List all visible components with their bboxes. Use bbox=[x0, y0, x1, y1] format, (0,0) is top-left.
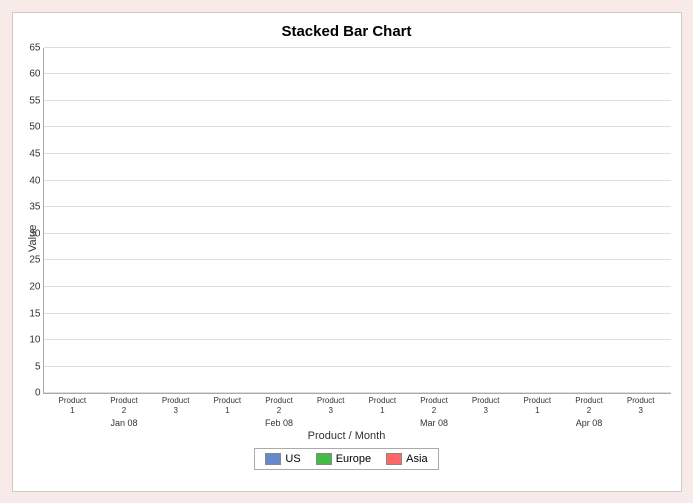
y-tick-label: 60 bbox=[21, 69, 41, 80]
y-tick-label: 45 bbox=[21, 148, 41, 159]
legend-color-asia bbox=[386, 453, 402, 465]
legend-label-us: US bbox=[285, 453, 300, 465]
legend-item-asia: Asia bbox=[386, 453, 427, 465]
x-axis-labels: Product1Product2Product3Jan 08Product1Pr… bbox=[43, 396, 671, 427]
y-tick-label: 5 bbox=[21, 361, 41, 372]
y-tick-label: 55 bbox=[21, 95, 41, 106]
month-label-0: Jan 08 bbox=[110, 418, 137, 428]
y-tick-label: 35 bbox=[21, 202, 41, 213]
legend-label-asia: Asia bbox=[406, 453, 427, 465]
y-tick-label: 30 bbox=[21, 228, 41, 239]
chart-inner: 05101520253035404550556065 Product1Produ… bbox=[43, 48, 671, 428]
x-month-group-1: Product1Product2Product3 Feb 08 bbox=[203, 396, 356, 427]
y-tick-label: 50 bbox=[21, 122, 41, 133]
legend-color-us bbox=[265, 453, 281, 465]
products-labels: Product1Product2Product3 bbox=[48, 396, 201, 415]
legend-item-europe: Europe bbox=[316, 453, 371, 465]
grid-and-bars: 05101520253035404550556065 bbox=[43, 48, 671, 395]
product-label-3-0: Product1 bbox=[513, 396, 563, 415]
products-labels: Product1Product2Product3 bbox=[358, 396, 511, 415]
product-label-1-0: Product1 bbox=[203, 396, 253, 415]
y-tick-label: 0 bbox=[21, 388, 41, 399]
x-month-group-3: Product1Product2Product3 Apr 08 bbox=[513, 396, 666, 427]
y-tick-label: 10 bbox=[21, 335, 41, 346]
legend: US Europe Asia bbox=[254, 448, 438, 470]
x-month-group-0: Product1Product2Product3 Jan 08 bbox=[48, 396, 201, 427]
chart-title: Stacked Bar Chart bbox=[23, 23, 671, 40]
y-tick-label: 65 bbox=[21, 42, 41, 53]
products-labels: Product1Product2Product3 bbox=[513, 396, 666, 415]
bars-wrapper bbox=[44, 48, 671, 394]
product-label-2-2: Product3 bbox=[461, 396, 511, 415]
x-month-group-2: Product1Product2Product3 Mar 08 bbox=[358, 396, 511, 427]
product-label-2-1: Product2 bbox=[409, 396, 459, 415]
product-label-1-1: Product2 bbox=[254, 396, 304, 415]
legend-label-europe: Europe bbox=[336, 453, 371, 465]
month-label-1: Feb 08 bbox=[265, 418, 293, 428]
products-labels: Product1Product2Product3 bbox=[203, 396, 356, 415]
product-label-3-1: Product2 bbox=[564, 396, 614, 415]
chart-area: Value 05101520253035404550556065 Product… bbox=[23, 48, 671, 428]
product-label-1-2: Product3 bbox=[306, 396, 356, 415]
y-tick-label: 25 bbox=[21, 255, 41, 266]
x-axis-title: Product / Month bbox=[23, 430, 671, 442]
y-tick-label: 15 bbox=[21, 308, 41, 319]
y-tick-label: 40 bbox=[21, 175, 41, 186]
y-tick-label: 20 bbox=[21, 281, 41, 292]
chart-container: Stacked Bar Chart Value 0510152025303540… bbox=[12, 12, 682, 492]
legend-item-us: US bbox=[265, 453, 300, 465]
product-label-0-2: Product3 bbox=[151, 396, 201, 415]
product-label-3-2: Product3 bbox=[616, 396, 666, 415]
month-label-3: Apr 08 bbox=[576, 418, 603, 428]
product-label-2-0: Product1 bbox=[358, 396, 408, 415]
legend-color-europe bbox=[316, 453, 332, 465]
product-label-0-1: Product2 bbox=[99, 396, 149, 415]
month-label-2: Mar 08 bbox=[420, 418, 448, 428]
product-label-0-0: Product1 bbox=[48, 396, 98, 415]
